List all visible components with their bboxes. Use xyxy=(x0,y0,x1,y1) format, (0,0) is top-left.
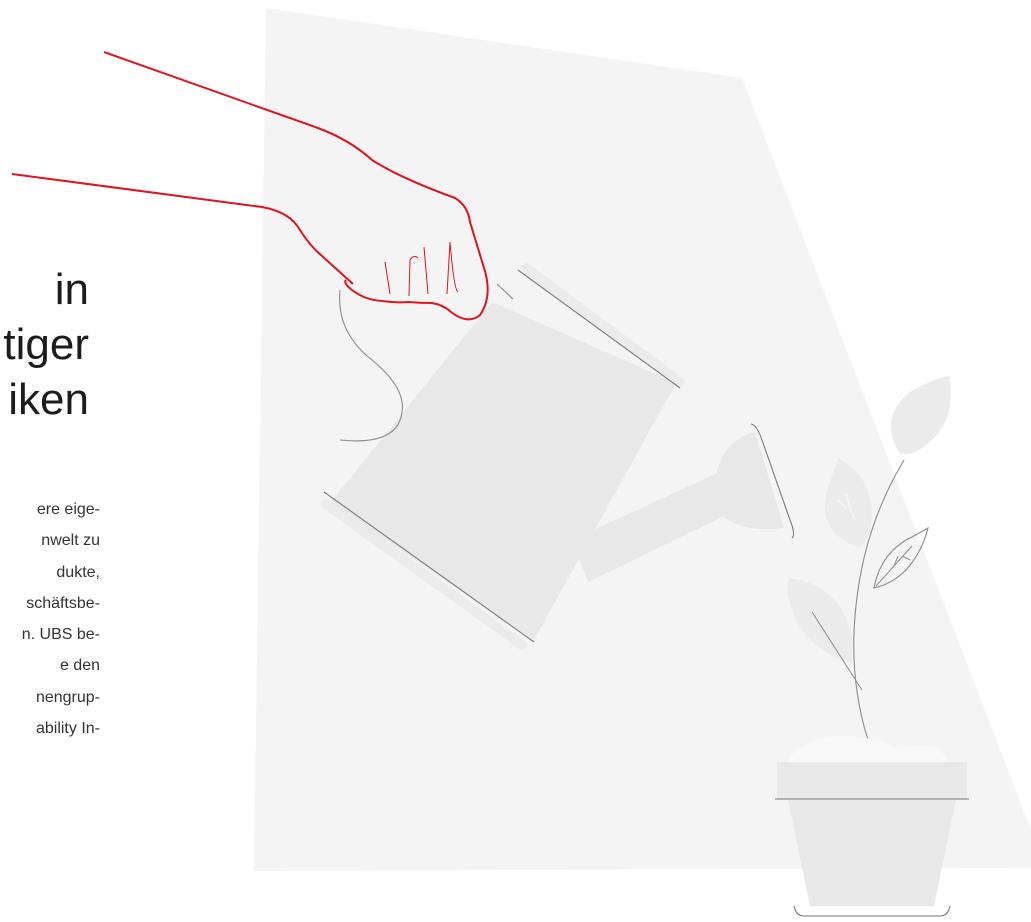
pot-base-line xyxy=(793,905,951,917)
pot-rim xyxy=(777,762,967,800)
leaf xyxy=(891,376,951,455)
pot-body xyxy=(788,800,956,906)
watering-plant-illustration xyxy=(11,8,1031,917)
